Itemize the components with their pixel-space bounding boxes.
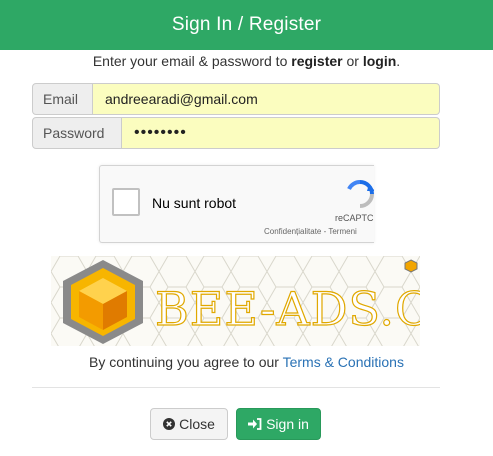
small-hexagon-icon (404, 259, 418, 273)
intro-text: Enter your email & password to register … (92, 53, 401, 69)
email-label: Email (32, 83, 93, 115)
close-button[interactable]: Close (150, 408, 228, 440)
email-input[interactable]: andreearadi@gmail.com (93, 83, 440, 115)
email-row: Email andreearadi@gmail.com (32, 83, 440, 115)
sign-in-button-label: Sign in (266, 416, 309, 432)
terms-link[interactable]: Terms & Conditions (283, 354, 404, 370)
modal-header: Sign In / Register (0, 0, 493, 50)
bee-ads-banner[interactable]: BEE-ADS.C (51, 256, 420, 346)
sign-in-icon (248, 418, 262, 430)
sign-in-button[interactable]: Sign in (236, 408, 321, 440)
recaptcha-logo-icon (347, 179, 374, 208)
password-input[interactable]: •••••••• (122, 117, 440, 149)
recaptcha-label: Nu sunt robot (152, 195, 237, 211)
modal-title: Sign In / Register (171, 14, 322, 35)
recaptcha-checkbox[interactable] (112, 188, 140, 216)
close-circle-icon (163, 418, 176, 430)
bee-ads-logo-icon (63, 260, 143, 344)
recaptcha-privacy-link[interactable]: Confidențialitate - Termeni (264, 227, 357, 236)
register-word: register (291, 53, 343, 69)
login-word: login (362, 53, 397, 69)
close-button-label: Close (179, 416, 215, 432)
recaptcha-widget: Nu sunt robot reCAPTCHA Confidențialitat… (99, 165, 374, 243)
divider (32, 387, 440, 388)
password-row: Password •••••••• (32, 117, 440, 149)
password-label: Password (32, 117, 122, 149)
bee-ads-text: BEE-ADS.C (154, 281, 420, 336)
terms-text: By continuing you agree to our Terms & C… (89, 354, 404, 370)
recaptcha-brand: reCAPTCHA (335, 213, 374, 223)
